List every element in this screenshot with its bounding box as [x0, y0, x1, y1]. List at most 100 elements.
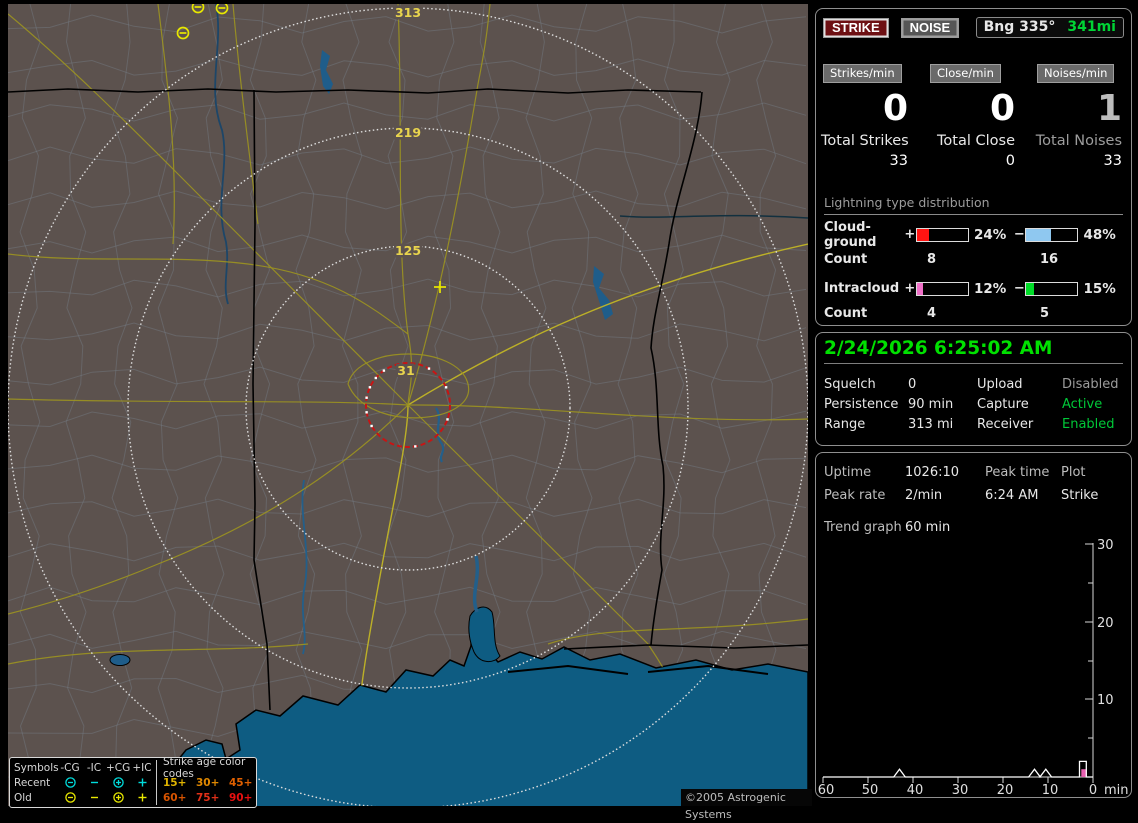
total-close-label: Total Close	[937, 133, 1015, 149]
x-tick-10: 10	[1042, 783, 1059, 795]
range-value: 313 mi	[908, 416, 954, 432]
stats-row: Uptime 1026:10 Peak time Plot	[816, 461, 1131, 484]
ic-negative-count: 5	[1040, 305, 1050, 321]
noises-per-min-value: 1	[1096, 88, 1122, 129]
ring-label-219: 219	[395, 125, 421, 140]
status-panel: 2/24/2026 6:25:02 AM Squelch 0 Upload Di…	[815, 332, 1132, 446]
trend-graph: 30 20 10 60 50 40 30 20 10 0 min	[818, 538, 1129, 795]
persistence-label: Persistence	[824, 396, 899, 412]
strike-toggle-button[interactable]: STRIKE	[823, 17, 889, 38]
legend-header-nic: -IC	[86, 761, 102, 774]
close-per-min-button[interactable]: Close/min	[930, 64, 1001, 83]
lightning-distribution: Lightning type distribution Cloud-ground…	[824, 195, 1123, 325]
age-code: 60+	[163, 791, 187, 804]
legend-age-block: Strike age color codes 15+ 30+ 45+ 60+ 7…	[156, 756, 262, 805]
map-svg: 313 219 125 31	[8, 4, 808, 806]
circle-minus-icon	[58, 776, 82, 790]
ic-positive-pct: 12%	[973, 280, 1007, 297]
range-label: Range	[824, 416, 866, 432]
plot-label: Plot	[1061, 465, 1086, 480]
status-row: Range 313 mi Receiver Enabled	[816, 414, 1131, 434]
x-tick-40: 40	[907, 783, 924, 795]
divider	[824, 363, 1123, 364]
minus-sign: −	[1013, 227, 1025, 242]
peak-rate-label: Peak rate	[824, 488, 886, 503]
x-tick-0: 0	[1089, 783, 1097, 795]
minus-icon	[82, 791, 106, 805]
squelch-label: Squelch	[824, 376, 876, 392]
cg-positive-bar	[915, 227, 969, 242]
legend-header-pic: +IC	[132, 761, 152, 774]
upload-value: Disabled	[1062, 376, 1119, 392]
legend-symbols-block: Symbols -CG -IC +CG +IC Recent Old	[14, 760, 154, 805]
y-tick-30: 30	[1097, 538, 1114, 553]
intracloud-row: Intracloud + 12% − 15%	[824, 276, 1123, 301]
circle-minus-icon	[58, 791, 82, 805]
total-strikes-label: Total Strikes	[821, 133, 909, 149]
bearing-value: Bng 335°	[983, 19, 1056, 35]
noise-toggle-button[interactable]: NOISE	[900, 17, 960, 38]
x-tick-50: 50	[862, 783, 879, 795]
ic-negative-bar	[1025, 281, 1079, 296]
strikes-per-min-value: 0	[882, 88, 908, 129]
ic-positive-count: 4	[927, 305, 937, 321]
cg-negative-pct: 48%	[1083, 226, 1116, 243]
ic-negative-pct: 15%	[1083, 280, 1116, 297]
legend-symbols-title: Symbols	[14, 761, 59, 774]
uptime-value: 1026:10	[905, 465, 960, 480]
distribution-title: Lightning type distribution	[824, 195, 1123, 215]
trend-graph-label: Trend graph	[824, 520, 902, 535]
ring-label-313: 313	[395, 5, 421, 20]
noises-per-min-button[interactable]: Noises/min	[1037, 64, 1115, 83]
noises-counter-column: Noises/min 1 Total Noises 33	[1035, 62, 1122, 169]
plus-icon	[130, 776, 154, 790]
y-tick-10: 10	[1097, 693, 1114, 708]
close-per-min-value: 0	[989, 88, 1015, 129]
plot-value: Strike	[1061, 488, 1099, 503]
cg-negative-bar	[1025, 227, 1079, 242]
minus-sign: −	[1013, 281, 1025, 296]
upload-label: Upload	[977, 376, 1023, 392]
ring-label-125: 125	[395, 243, 421, 258]
cloud-ground-row: Cloud-ground + 24% − 48%	[824, 220, 1123, 250]
cloud-ground-count-row: Count 8 16	[824, 247, 1123, 271]
persistence-value: 90 min	[908, 396, 954, 412]
age-code: 90+	[229, 791, 253, 804]
capture-label: Capture	[977, 396, 1029, 412]
total-noises-label: Total Noises	[1035, 133, 1122, 149]
total-noises-value: 33	[1103, 153, 1122, 169]
trend-graph-value: 60 min	[905, 520, 951, 535]
circle-plus-icon	[106, 791, 130, 805]
age-code: 45+	[229, 776, 253, 789]
y-tick-20: 20	[1097, 616, 1114, 631]
x-axis-unit: min	[1104, 783, 1129, 795]
total-close-value: 0	[1005, 153, 1015, 169]
circle-plus-icon	[106, 776, 130, 790]
cg-positive-pct: 24%	[973, 226, 1007, 243]
capture-value: Active	[1062, 396, 1103, 412]
plus-sign: +	[904, 281, 916, 296]
intracloud-count-row: Count 4 5	[824, 301, 1123, 325]
legend-header-ncg: -CG	[60, 761, 80, 774]
bearing-display: Bng 335° 341mi	[975, 17, 1124, 38]
x-tick-20: 20	[997, 783, 1014, 795]
x-tick-60: 60	[818, 783, 835, 795]
copyright-text: ©2005 Astrogenic Systems	[681, 789, 812, 821]
squelch-value: 0	[908, 376, 917, 392]
strikes-counter-column: Strikes/min 0 Total Strikes 33	[821, 62, 909, 169]
rate-counters: Strikes/min 0 Total Strikes 33 Close/min…	[816, 62, 1131, 169]
legend-header-pcg: +CG	[106, 761, 131, 774]
trend-row: Trend graph 60 min	[816, 516, 1131, 539]
strikes-per-min-button[interactable]: Strikes/min	[823, 64, 902, 83]
map-canvas[interactable]: 313 219 125 31	[8, 4, 808, 806]
plus-icon	[130, 791, 154, 805]
total-strikes-value: 33	[889, 153, 908, 169]
trend-axes	[822, 543, 1094, 783]
legend-box: Symbols -CG -IC +CG +IC Recent Old Strik…	[9, 756, 257, 808]
age-code: 75+	[196, 791, 220, 804]
trend-series	[823, 760, 1093, 778]
minus-icon	[82, 776, 106, 790]
x-tick-30: 30	[952, 783, 969, 795]
stats-row: Peak rate 2/min 6:24 AM Strike	[816, 484, 1131, 507]
peak-time-value: 6:24 AM	[985, 488, 1039, 503]
